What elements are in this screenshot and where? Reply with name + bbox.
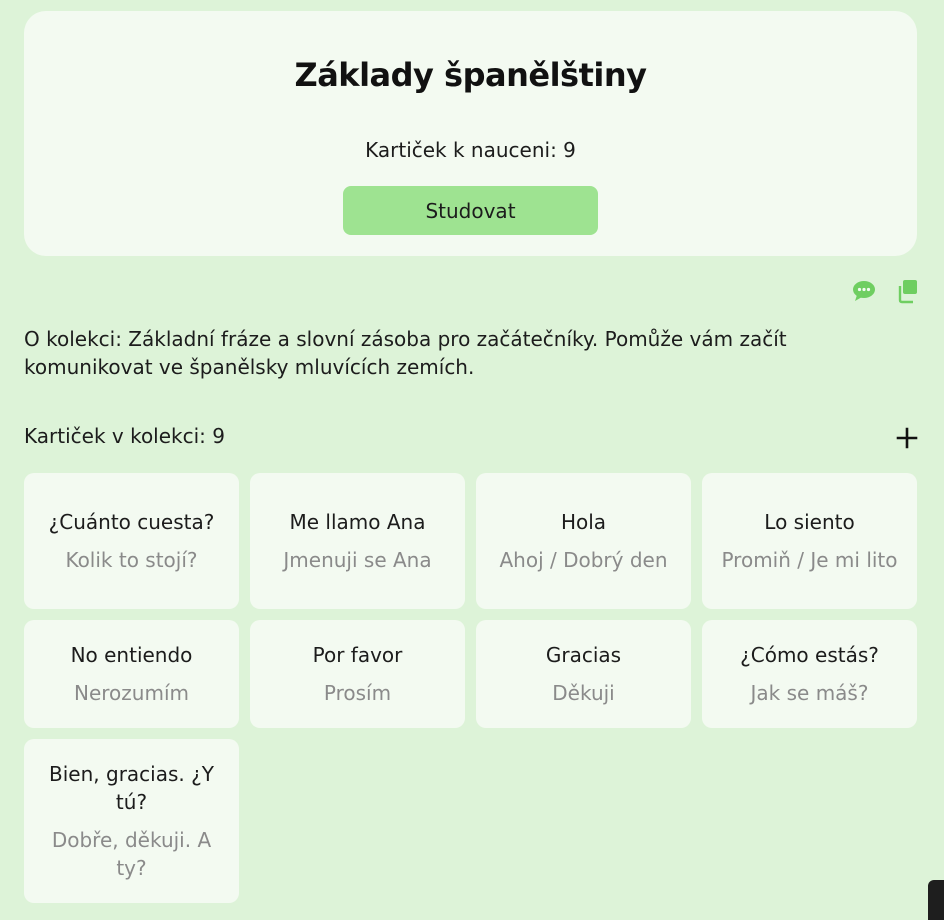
- flashcard[interactable]: ¿Cómo estás? Jak se máš?: [702, 620, 917, 728]
- card-front-text: Bien, gracias. ¿Y tú?: [49, 762, 214, 814]
- cards-to-learn-count: Kartiček k nauceni: 9: [365, 138, 576, 162]
- collection-header: Základy španělštiny Kartiček k nauceni: …: [24, 11, 917, 256]
- card-back-text: Dobře, děkuji. A ty?: [51, 828, 212, 880]
- flashcard[interactable]: Me llamo Ana Jmenuji se Ana: [250, 473, 465, 609]
- flashcard[interactable]: Bien, gracias. ¿Y tú? Dobře, děkuji. A t…: [24, 739, 239, 903]
- card-back-text: Nerozumím: [74, 681, 189, 705]
- collection-description: O kolekci: Základní fráze a slovní zásob…: [24, 327, 787, 379]
- flashcard[interactable]: No entiendo Nerozumím: [24, 620, 239, 728]
- corner-widget[interactable]: [928, 880, 944, 920]
- card-back-text: Prosím: [323, 681, 392, 705]
- flashcard[interactable]: Lo siento Promiň / Je mi lito: [702, 473, 917, 609]
- card-back-text: Ahoj / Dobrý den: [499, 548, 668, 572]
- collection-card-count: Kartiček v kolekci: 9: [24, 424, 225, 448]
- card-front-text: Por favor: [312, 643, 403, 667]
- page-title: Základy španělštiny: [294, 56, 648, 94]
- card-front-text: Gracias: [545, 643, 622, 667]
- comment-button[interactable]: [851, 278, 877, 304]
- card-back-text: Děkuji: [552, 681, 615, 705]
- flashcard[interactable]: ¿Cuánto cuesta? Kolik to stojí?: [24, 473, 239, 609]
- add-card-button[interactable]: [893, 424, 921, 452]
- card-front-text: ¿Cuánto cuesta?: [48, 510, 215, 534]
- plus-icon: [896, 427, 918, 449]
- card-front-text: Me llamo Ana: [289, 510, 426, 534]
- card-front-text: ¿Cómo estás?: [740, 643, 879, 667]
- card-back-text: Promiň / Je mi lito: [721, 548, 898, 572]
- card-back-text: Kolik to stojí?: [65, 548, 198, 572]
- flashcard[interactable]: Por favor Prosím: [250, 620, 465, 728]
- flashcard[interactable]: Hola Ahoj / Dobrý den: [476, 473, 691, 609]
- card-back-text: Jak se máš?: [750, 681, 869, 705]
- study-button[interactable]: Studovat: [343, 186, 598, 235]
- flashcard[interactable]: Gracias Děkuji: [476, 620, 691, 728]
- card-front-text: Hola: [560, 510, 607, 534]
- card-front-text: No entiendo: [70, 643, 193, 667]
- card-front-text: Lo siento: [764, 510, 855, 534]
- card-back-text: Jmenuji se Ana: [283, 548, 432, 572]
- copy-icon: [898, 280, 917, 304]
- comment-icon: [853, 281, 875, 301]
- copy-button[interactable]: [894, 278, 920, 304]
